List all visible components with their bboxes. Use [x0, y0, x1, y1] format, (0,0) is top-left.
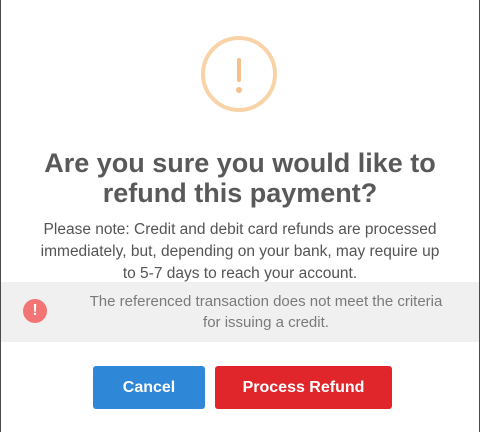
cancel-button[interactable]: Cancel	[93, 366, 205, 409]
dialog-title-line-2: refund this payment?	[102, 178, 378, 208]
exclamation-bar	[237, 58, 241, 82]
validation-error-line-2: for issuing a credit.	[203, 314, 329, 331]
error-circle-icon: !	[23, 299, 47, 323]
refund-confirmation-dialog: Are you sure you would like to refund th…	[0, 0, 480, 432]
dialog-title-line-1: Are you sure you would like to	[44, 148, 436, 178]
dialog-title: Are you sure you would like to refund th…	[1, 148, 479, 208]
validation-error-text: The referenced transaction does not meet…	[61, 291, 471, 333]
refund-note-line-1: Please note: Credit and debit card refun…	[43, 221, 437, 238]
refund-note: Please note: Credit and debit card refun…	[13, 219, 467, 285]
validation-error-message: ! The referenced transaction does not me…	[1, 282, 479, 342]
exclamation-warning-icon	[201, 36, 277, 112]
refund-note-line-2: immediately, but, depending on your bank…	[40, 243, 440, 260]
validation-error-line-1: The referenced transaction does not meet…	[89, 293, 443, 310]
exclamation-dot	[236, 87, 242, 93]
process-refund-button[interactable]: Process Refund	[215, 366, 392, 409]
